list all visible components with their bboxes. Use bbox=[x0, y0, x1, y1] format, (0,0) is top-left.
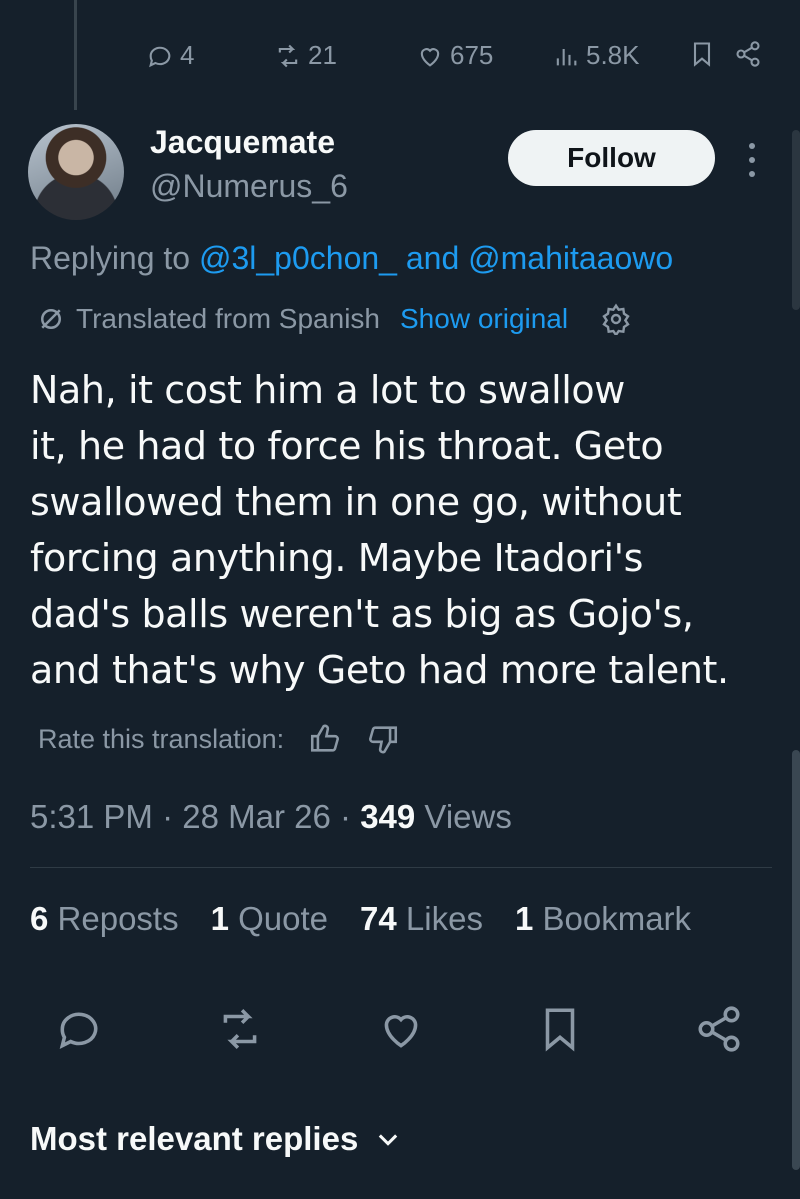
quotes-count: 1 bbox=[210, 900, 229, 937]
quotes-label: Quote bbox=[238, 900, 329, 937]
mention-link-2[interactable]: @mahitaaowo bbox=[468, 240, 673, 276]
reposts-count: 6 bbox=[30, 900, 49, 937]
chevron-down-icon bbox=[379, 1134, 398, 1146]
translate-icon bbox=[41, 309, 61, 329]
reposts-stat[interactable]: 6 Reposts bbox=[30, 900, 179, 938]
rate-label: Rate this translation: bbox=[38, 723, 285, 754]
replying-to: Replying to @3l_p0chon_ and @mahitaaowo bbox=[30, 240, 673, 277]
replying-and: and bbox=[405, 240, 460, 276]
mention-link-1[interactable]: @3l_p0chon_ bbox=[199, 240, 397, 276]
repost-icon bbox=[223, 1008, 257, 1050]
tweet-actions bbox=[0, 1004, 800, 1060]
quotes-stat[interactable]: 1 Quote bbox=[211, 900, 328, 938]
share-button[interactable] bbox=[694, 1004, 744, 1054]
scrollbar-thumb[interactable] bbox=[792, 750, 800, 1170]
previous-tweet-actions: 4 21 675 5.8K bbox=[0, 34, 800, 78]
likes-label: Likes bbox=[405, 900, 483, 937]
bookmarks-stat[interactable]: 1 Bookmark bbox=[515, 900, 691, 938]
thumbs-down-icon[interactable] bbox=[366, 722, 400, 756]
tweet-timestamp: 5:31 PM · 28 Mar 26 · 349 Views bbox=[30, 798, 512, 835]
like-count: 675 bbox=[450, 40, 494, 70]
follow-button[interactable]: Follow bbox=[508, 130, 715, 186]
like-button[interactable] bbox=[376, 1004, 426, 1054]
bookmark-button[interactable] bbox=[535, 1004, 585, 1054]
translated-label: Translated from Spanish bbox=[76, 303, 380, 334]
bookmarks-label: Bookmark bbox=[542, 900, 692, 937]
likes-stat[interactable]: 74 Likes bbox=[360, 900, 483, 938]
tweet-text: Nah, it cost him a lot to swallow it, he… bbox=[30, 368, 729, 692]
rate-translation: Rate this translation: bbox=[38, 722, 400, 756]
tweet-date[interactable]: 28 Mar 26 bbox=[182, 798, 331, 835]
display-name[interactable]: Jacquemate bbox=[150, 124, 335, 161]
reply-button[interactable] bbox=[54, 1004, 104, 1054]
tweet-stats: 6 Reposts 1 Quote 74 Likes 1 Bookmark bbox=[30, 900, 691, 938]
repost-count: 21 bbox=[308, 40, 337, 70]
like-icon bbox=[420, 47, 440, 67]
tweet-time[interactable]: 5:31 PM bbox=[30, 798, 153, 835]
bookmark-icon bbox=[545, 1008, 575, 1052]
likes-count: 74 bbox=[360, 900, 397, 937]
bookmark-icon bbox=[693, 42, 711, 67]
bookmarks-count: 1 bbox=[514, 900, 534, 937]
replies-title: Most relevant replies bbox=[30, 1120, 359, 1157]
share-icon bbox=[698, 1006, 740, 1052]
more-icon[interactable] bbox=[742, 140, 762, 180]
avatar[interactable] bbox=[28, 124, 124, 220]
reply-action[interactable]: 4 bbox=[146, 40, 194, 71]
translation-bar: Translated from Spanish Show original bbox=[36, 303, 632, 335]
settings-icon[interactable] bbox=[600, 303, 632, 335]
replies-sort-toggle[interactable]: Most relevant replies bbox=[30, 1120, 402, 1158]
views-icon bbox=[556, 48, 577, 65]
bookmark-action[interactable] bbox=[688, 40, 716, 68]
views-label: Views bbox=[424, 798, 512, 835]
views-action[interactable]: 5.8K bbox=[552, 40, 640, 71]
repost-action[interactable]: 21 bbox=[274, 40, 337, 71]
reply-icon bbox=[149, 46, 171, 67]
views-number: 349 bbox=[360, 798, 416, 835]
replying-prefix: Replying to bbox=[30, 240, 191, 276]
like-action[interactable]: 675 bbox=[416, 40, 493, 71]
show-original-link[interactable]: Show original bbox=[400, 303, 568, 335]
repost-button[interactable] bbox=[215, 1004, 265, 1054]
views-count: 5.8K bbox=[586, 40, 640, 70]
share-action[interactable] bbox=[734, 40, 762, 68]
reply-icon bbox=[59, 1012, 98, 1049]
reposts-label: Reposts bbox=[57, 900, 179, 937]
thumbs-up-icon[interactable] bbox=[308, 722, 342, 756]
user-handle[interactable]: @Numerus_6 bbox=[150, 168, 348, 205]
divider bbox=[30, 867, 772, 868]
repost-icon bbox=[278, 44, 298, 67]
scrollbar-segment bbox=[792, 130, 800, 310]
like-icon bbox=[384, 1015, 418, 1048]
reply-count: 4 bbox=[180, 40, 195, 70]
share-icon bbox=[736, 41, 760, 67]
